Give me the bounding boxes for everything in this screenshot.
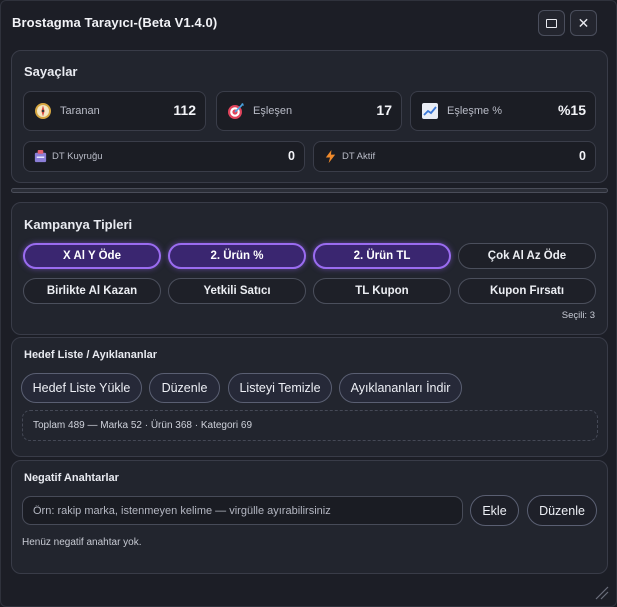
selected-count: Seçili: 3 xyxy=(561,310,595,321)
load-target-list-button[interactable]: Hedef Liste Yükle xyxy=(21,373,142,403)
campaign-chip-ikinci-urun-yuzde[interactable]: 2. Ürün % xyxy=(168,243,306,269)
stat-value: 112 xyxy=(173,102,196,118)
list-summary: Toplam 489 — Marka 52 · Ürün 368 · Kateg… xyxy=(22,410,598,441)
stat-label: DT Aktif xyxy=(342,151,376,162)
negative-keywords-panel: Negatif Anahtarlar Ekle Düzenle Henüz ne… xyxy=(11,460,608,574)
stat-match-rate: Eşleşme % %15 xyxy=(410,91,596,131)
app-window: Brostagma Tarayıcı-(Beta V1.4.0) ✕ Sayaç… xyxy=(0,0,617,607)
add-keyword-button[interactable]: Ekle xyxy=(470,495,519,526)
stat-label: Taranan xyxy=(60,105,100,117)
target-icon xyxy=(228,103,244,119)
queue-box-icon xyxy=(34,149,47,163)
edit-keywords-button[interactable]: Düzenle xyxy=(527,495,597,526)
stat-dt-queue: DT Kuyruğu 0 xyxy=(23,141,305,172)
stat-dt-active: DT Aktif 0 xyxy=(313,141,596,172)
stat-value: 0 xyxy=(288,149,295,163)
resize-grip-icon[interactable] xyxy=(595,586,609,600)
campaign-chip-yetkili-satici[interactable]: Yetkili Satıcı xyxy=(168,278,306,304)
maximize-button[interactable] xyxy=(538,10,565,36)
campaign-types-title: Kampanya Tipleri xyxy=(24,217,133,232)
campaign-chip-tl-kupon[interactable]: TL Kupon xyxy=(313,278,451,304)
campaign-chip-kupon-firsati[interactable]: Kupon Fırsatı xyxy=(458,278,596,304)
campaign-chip-ikinci-urun-tl[interactable]: 2. Ürün TL xyxy=(313,243,451,269)
trend-chart-icon xyxy=(422,103,438,119)
campaign-chip-x-al-y-ode[interactable]: X Al Y Öde xyxy=(23,243,161,269)
campaign-chip-cok-al-az-ode[interactable]: Çok Al Az Öde xyxy=(458,243,596,269)
stat-matched: Eşleşen 17 xyxy=(216,91,402,131)
close-button[interactable]: ✕ xyxy=(570,10,597,36)
empty-keywords-note: Henüz negatif anahtar yok. xyxy=(22,537,142,548)
negative-keywords-title: Negatif Anahtarlar xyxy=(24,472,119,484)
edit-target-list-button[interactable]: Düzenle xyxy=(149,373,220,403)
stat-label: DT Kuyruğu xyxy=(52,151,103,162)
counters-panel: Sayaçlar Taranan 112 Eşleşen 17 Eşleşme … xyxy=(11,50,608,183)
clear-list-button[interactable]: Listeyi Temizle xyxy=(228,373,332,403)
stat-value: 17 xyxy=(376,102,392,118)
stat-label: Eşleşen xyxy=(253,105,293,117)
download-filtered-button[interactable]: Ayıklananları İndir xyxy=(339,373,462,403)
counters-title: Sayaçlar xyxy=(24,64,78,79)
title-bar[interactable]: Brostagma Tarayıcı-(Beta V1.4.0) ✕ xyxy=(1,1,616,43)
section-splitter[interactable] xyxy=(11,188,608,193)
stat-value: %15 xyxy=(557,102,586,118)
stat-label: Eşleşme % xyxy=(447,105,503,117)
stat-scanned: Taranan 112 xyxy=(23,91,206,131)
lightning-icon xyxy=(325,149,336,164)
campaign-types-panel: Kampanya Tipleri X Al Y Öde 2. Ürün % 2.… xyxy=(11,202,608,335)
campaign-chip-birlikte-al-kazan[interactable]: Birlikte Al Kazan xyxy=(23,278,161,304)
close-icon: ✕ xyxy=(577,15,590,31)
target-list-panel: Hedef Liste / Ayıklananlar Hedef Liste Y… xyxy=(11,337,608,457)
target-list-title: Hedef Liste / Ayıklananlar xyxy=(24,349,158,361)
negative-keyword-input[interactable] xyxy=(22,496,463,525)
window-title: Brostagma Tarayıcı-(Beta V1.4.0) xyxy=(12,14,218,30)
window-maximize-icon xyxy=(546,18,557,28)
compass-icon xyxy=(35,103,51,119)
stat-value: 0 xyxy=(579,149,586,163)
